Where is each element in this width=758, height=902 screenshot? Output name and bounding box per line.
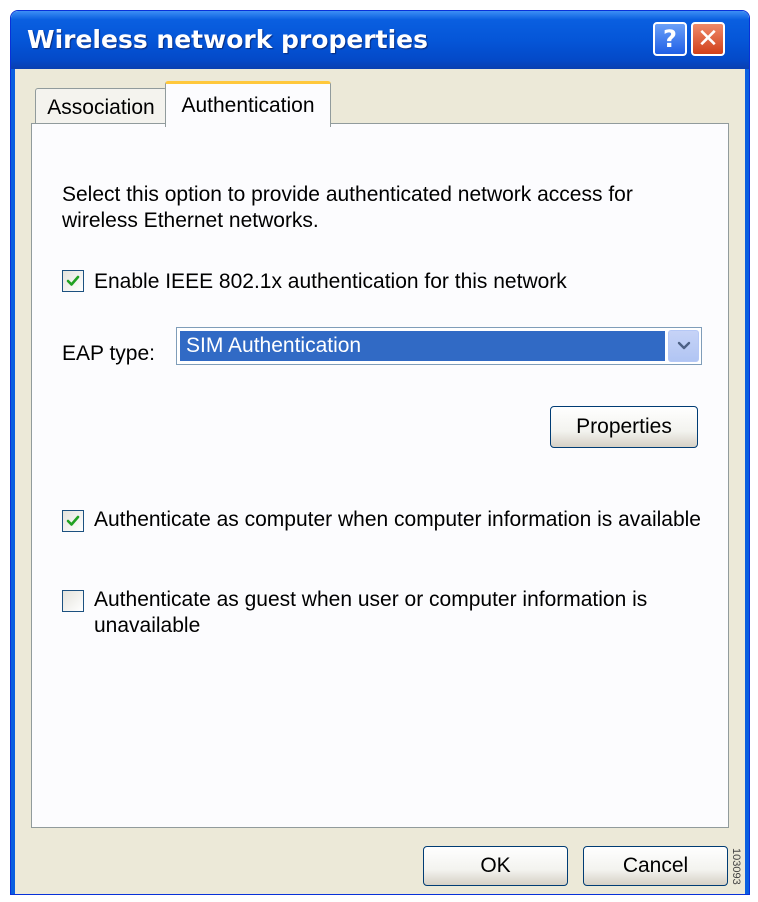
ok-button-label: OK	[480, 854, 511, 877]
tab-authentication-label: Authentication	[181, 93, 315, 117]
auth-as-guest-checkbox[interactable]	[62, 590, 84, 612]
auth-as-guest-label-line-2: unavailable	[94, 614, 201, 637]
close-button[interactable]: ✕	[691, 22, 725, 56]
eap-type-select[interactable]: SIM Authentication	[176, 327, 702, 365]
chevron-down-icon	[677, 341, 690, 350]
authentication-panel: Select this option to provide authentica…	[31, 123, 729, 828]
title-bar[interactable]: Wireless network properties ? ✕	[11, 11, 749, 69]
help-icon: ?	[663, 25, 677, 53]
auth-as-computer-checkbox[interactable]	[62, 510, 84, 532]
window-title: Wireless network properties	[27, 25, 428, 54]
dropdown-button[interactable]	[668, 330, 699, 362]
eap-type-selected-value: SIM Authentication	[180, 331, 665, 361]
window-frame-left	[11, 69, 15, 894]
auth-as-guest-label-line-1: Authenticate as guest when user or compu…	[94, 588, 648, 611]
window-frame-right	[745, 69, 749, 894]
enable-8021x-checkbox[interactable]	[62, 270, 84, 292]
close-icon: ✕	[697, 24, 719, 54]
cancel-button[interactable]: Cancel	[583, 846, 728, 886]
description-text: Select this option to provide authentica…	[62, 182, 633, 234]
description-line-1: Select this option to provide authentica…	[62, 183, 633, 206]
description-line-2: wireless Ethernet networks.	[62, 209, 319, 232]
properties-button-label: Properties	[576, 415, 672, 438]
help-button[interactable]: ?	[653, 22, 687, 56]
ok-button[interactable]: OK	[423, 846, 568, 886]
tab-association-label: Association	[47, 95, 155, 119]
tab-association[interactable]: Association	[35, 88, 167, 126]
dialog-window: Wireless network properties ? ✕ Associat…	[10, 10, 750, 895]
enable-8021x-label[interactable]: Enable IEEE 802.1x authentication for th…	[94, 270, 567, 294]
auth-as-computer-label[interactable]: Authenticate as computer when computer i…	[94, 508, 701, 532]
properties-button[interactable]: Properties	[550, 406, 698, 448]
checkmark-icon	[66, 515, 80, 526]
auth-as-guest-label[interactable]: Authenticate as guest when user or compu…	[94, 587, 647, 639]
tab-authentication[interactable]: Authentication	[165, 81, 331, 127]
cancel-button-label: Cancel	[622, 854, 689, 877]
eap-type-label: EAP type:	[62, 342, 156, 365]
figure-id-mark: 103093	[730, 848, 742, 885]
checkmark-icon	[66, 275, 80, 286]
